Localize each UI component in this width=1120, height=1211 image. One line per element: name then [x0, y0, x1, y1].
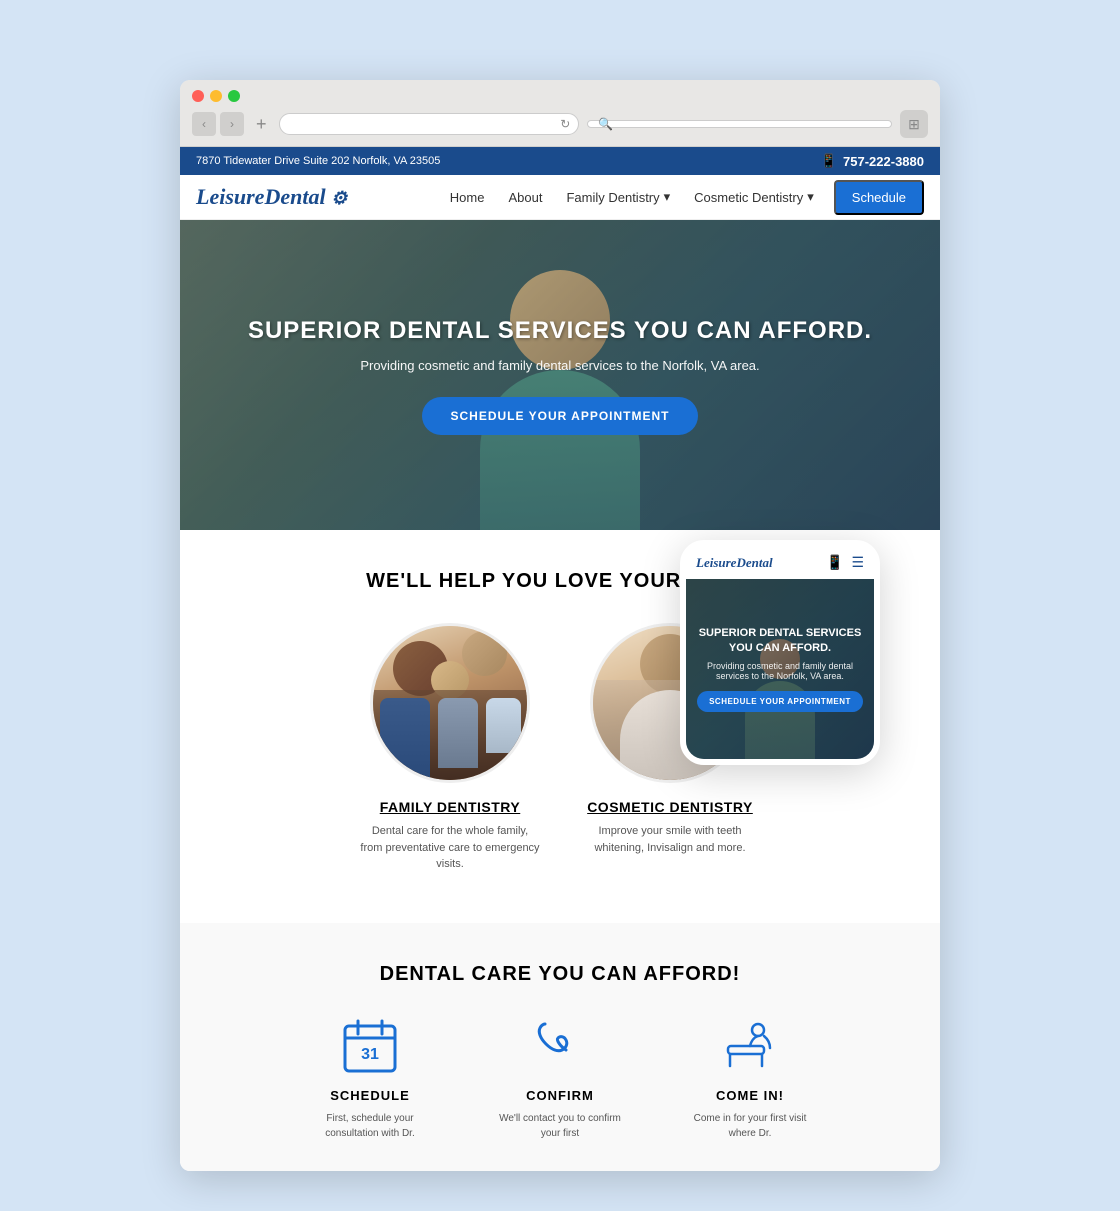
step-confirm: CONFIRM We'll contact you to confirm you…	[490, 1016, 630, 1141]
step-schedule-name: SCHEDULE	[300, 1088, 440, 1103]
search-bar[interactable]: 🔍	[587, 120, 892, 128]
hero-cta-button[interactable]: SCHEDULE YOUR APPOINTMENT	[422, 397, 697, 435]
nav-home[interactable]: Home	[438, 176, 497, 219]
dental-chair-icon	[720, 1016, 780, 1076]
mobile-menu-icon[interactable]: ☰	[851, 554, 864, 571]
hero-title: SUPERIOR DENTAL SERVICES YOU CAN AFFORD.	[248, 315, 872, 346]
chevron-down-icon-2: ▾	[807, 189, 814, 205]
new-tab-button[interactable]: +	[252, 114, 271, 135]
site-logo[interactable]: LeisureDental ⚙	[196, 184, 347, 209]
cosmetic-dentistry-name: COSMETIC DENTISTRY	[580, 799, 760, 815]
step-schedule-desc: First, schedule your consultation with D…	[300, 1111, 440, 1141]
nav-family-dentistry[interactable]: Family Dentistry ▾	[554, 175, 682, 219]
mobile-hero: SUPERIOR DENTAL SERVICES YOU CAN AFFORD.…	[686, 579, 874, 759]
browser-chrome: ‹ › + ↻ 🔍 ⊞	[180, 80, 940, 147]
top-bar: 7870 Tidewater Drive Suite 202 Norfolk, …	[180, 147, 940, 175]
mobile-cta-button[interactable]: SCHEDULE YOUR APPOINTMENT	[697, 691, 863, 712]
close-button[interactable]	[192, 90, 204, 102]
address-text: 7870 Tidewater Drive Suite 202 Norfolk, …	[196, 155, 440, 167]
mobile-hero-subtitle: Providing cosmetic and family dental ser…	[696, 661, 864, 681]
chevron-down-icon: ▾	[664, 189, 671, 205]
schedule-button[interactable]: Schedule	[834, 180, 924, 215]
logo-area: LeisureDental ⚙	[196, 176, 347, 218]
share-button[interactable]: ⊞	[900, 110, 928, 138]
svg-text:31: 31	[361, 1046, 379, 1063]
step-come-in-desc: Come in for your first visit where Dr.	[680, 1111, 820, 1141]
hero-subtitle: Providing cosmetic and family dental ser…	[248, 358, 872, 373]
mobile-nav: LeisureDental 📱 ☰	[686, 546, 874, 579]
step-confirm-name: CONFIRM	[490, 1088, 630, 1103]
service-card-family[interactable]: FAMILY DENTISTRY Dental care for the who…	[360, 623, 540, 873]
forward-button[interactable]: ›	[220, 112, 244, 136]
cosmetic-dentistry-desc: Improve your smile with teeth whitening,…	[580, 823, 760, 856]
minimize-button[interactable]	[210, 90, 222, 102]
mobile-logo: LeisureDental	[696, 555, 773, 571]
mobile-phone-icon[interactable]: 📱	[826, 554, 843, 571]
step-confirm-desc: We'll contact you to confirm your first	[490, 1111, 630, 1141]
mobile-hero-content: SUPERIOR DENTAL SERVICES YOU CAN AFFORD.…	[686, 616, 874, 722]
maximize-button[interactable]	[228, 90, 240, 102]
hero-section: SUPERIOR DENTAL SERVICES YOU CAN AFFORD.…	[180, 220, 940, 530]
mobile-device: LeisureDental 📱 ☰ SUPERIOR DENTAL SERVIC…	[680, 540, 880, 765]
family-image	[373, 626, 527, 780]
step-schedule: 31 SCHEDULE First, schedule your consult…	[300, 1016, 440, 1141]
family-circle	[370, 623, 530, 783]
step-come-in: COME IN! Come in for your first visit wh…	[680, 1016, 820, 1141]
calendar-icon: 31	[340, 1016, 400, 1076]
phone-icon	[530, 1016, 590, 1076]
family-dentistry-desc: Dental care for the whole family, from p…	[360, 823, 540, 873]
nav-about[interactable]: About	[496, 176, 554, 219]
mobile-hero-title: SUPERIOR DENTAL SERVICES YOU CAN AFFORD.	[696, 626, 864, 655]
mobile-nav-icons: 📱 ☰	[826, 554, 864, 571]
phone-icon: 📱	[821, 153, 837, 169]
afford-steps: 31 SCHEDULE First, schedule your consult…	[200, 1016, 920, 1141]
family-dentistry-name: FAMILY DENTISTRY	[360, 799, 540, 815]
afford-section: DENTAL CARE YOU CAN AFFORD! 31	[180, 923, 940, 1171]
nav-links: Home About Family Dentistry ▾ Cosmetic D…	[367, 175, 924, 219]
browser-toolbar: ‹ › + ↻ 🔍 ⊞	[192, 110, 928, 138]
window-controls	[192, 90, 928, 102]
nav-cosmetic-dentistry[interactable]: Cosmetic Dentistry ▾	[682, 175, 826, 219]
url-bar[interactable]: ↻	[279, 113, 580, 135]
nav-buttons: ‹ ›	[192, 112, 244, 136]
hero-content: SUPERIOR DENTAL SERVICES YOU CAN AFFORD.…	[228, 295, 892, 455]
phone-number: 📱 757-222-3880	[821, 153, 924, 169]
afford-title: DENTAL CARE YOU CAN AFFORD!	[200, 963, 920, 986]
tooth-icon: ⚙	[331, 188, 347, 208]
main-nav: LeisureDental ⚙ Home About Family Dentis…	[180, 175, 940, 220]
step-come-in-name: COME IN!	[680, 1088, 820, 1103]
back-button[interactable]: ‹	[192, 112, 216, 136]
